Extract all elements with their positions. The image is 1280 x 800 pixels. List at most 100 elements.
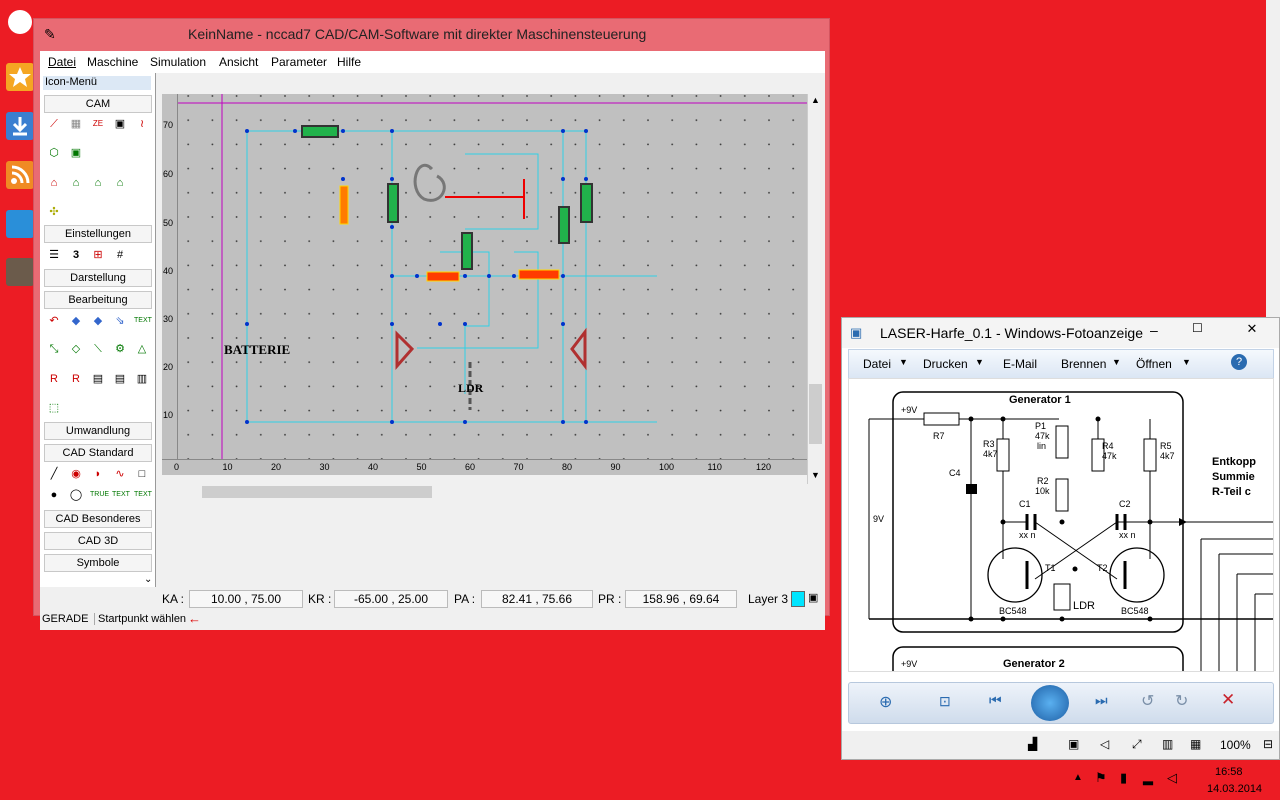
volume-icon[interactable]: ◁ — [1100, 737, 1109, 751]
notepad-icon[interactable] — [6, 258, 34, 286]
vertical-scrollbar[interactable]: ▲ ▼ — [807, 94, 824, 484]
triangle-icon[interactable]: △ — [134, 341, 150, 357]
speaker-icon[interactable]: ◁ — [1167, 770, 1177, 786]
menu-parameter[interactable]: Parameter — [271, 55, 327, 69]
toolbar-datei[interactable]: Datei — [863, 357, 891, 371]
help-icon[interactable]: ? — [1231, 354, 1247, 370]
house-green3-icon[interactable]: ⌂ — [112, 175, 128, 191]
dropdown-arrow-icon[interactable]: ▼ — [899, 357, 908, 367]
toolbar-oeffnen[interactable]: Öffnen — [1136, 357, 1172, 371]
section-cam[interactable]: CAM — [44, 95, 152, 113]
line-icon[interactable]: ╱ — [46, 466, 62, 482]
menu-hilfe[interactable]: Hilfe — [337, 55, 361, 69]
horizontal-scrollbar[interactable] — [162, 484, 807, 500]
value-3[interactable]: 3 — [68, 247, 84, 263]
frame-icon[interactable]: ▥ — [134, 371, 150, 387]
line-tool-icon[interactable]: ⟋ — [46, 116, 62, 132]
section-darstellung[interactable]: Darstellung — [44, 269, 152, 287]
ze-icon[interactable]: ZE — [90, 116, 106, 132]
machine-icon[interactable]: ▣ — [112, 116, 128, 132]
zoom-slider-icon[interactable]: ⊟ — [1263, 737, 1273, 751]
clock-time[interactable]: 16:58 — [1215, 766, 1243, 778]
dropdown-arrow-icon[interactable]: ▼ — [1182, 357, 1191, 367]
menu-datei[interactable]: Datei — [48, 55, 76, 69]
download-icon[interactable] — [6, 112, 34, 140]
dropdown-arrow-icon[interactable]: ▼ — [1112, 357, 1121, 367]
battery-icon[interactable]: ▮ — [1120, 770, 1127, 786]
dropdown-arrow-icon[interactable]: ▼ — [975, 357, 984, 367]
house-green-icon[interactable]: ⌂ — [68, 175, 84, 191]
house-green2-icon[interactable]: ⌂ — [90, 175, 106, 191]
array2-icon[interactable]: R — [68, 371, 84, 387]
previous-icon[interactable]: ⏮ — [989, 692, 1002, 709]
rss-icon[interactable] — [6, 161, 34, 189]
eraser-icon[interactable]: ◆ — [68, 313, 84, 329]
scroll-down-icon[interactable]: ▼ — [811, 470, 820, 480]
close-icon[interactable]: ✕ — [1232, 321, 1272, 341]
screen-icon[interactable]: ▣ — [1068, 737, 1079, 751]
text-edit-icon[interactable]: TEXT — [134, 313, 152, 329]
gear-icon[interactable]: ⚙ — [112, 341, 128, 357]
toolbar-brennen[interactable]: Brennen — [1061, 357, 1106, 371]
slideshow-button[interactable] — [1031, 685, 1069, 721]
house-red-icon[interactable]: ⌂ — [46, 175, 62, 191]
hscroll-thumb[interactable] — [202, 486, 432, 498]
polygon-icon[interactable]: ⬡ — [46, 145, 62, 161]
grid-view-icon[interactable]: ▦ — [1190, 737, 1201, 751]
ellipse-icon[interactable]: ◯ — [68, 487, 84, 503]
favorite-star-icon[interactable] — [6, 63, 34, 91]
zoom-box-icon[interactable]: ⬚ — [46, 400, 62, 416]
grid-settings-icon[interactable]: # — [112, 247, 128, 263]
drawing-canvas[interactable]: BATTERIE LDR 70 60 50 40 30 20 10 0 0 10 2… — [162, 94, 807, 475]
next-icon[interactable]: ⏭ — [1095, 692, 1108, 709]
section-cad-3d[interactable]: CAD 3D — [44, 532, 152, 550]
layer-color-swatch[interactable] — [791, 591, 805, 607]
section-umwandlung[interactable]: Umwandlung — [44, 422, 152, 440]
move-icon[interactable]: ⇘ — [112, 313, 128, 329]
fullscreen-icon[interactable]: ⤢ — [1132, 737, 1142, 752]
app-icon[interactable]: ✎ — [44, 26, 56, 43]
trim-icon[interactable]: ⟍ — [90, 341, 106, 357]
vscroll-thumb[interactable] — [809, 384, 822, 444]
lock-icon[interactable]: ▣ — [808, 591, 818, 604]
toolbar-drucken[interactable]: Drucken — [923, 357, 968, 371]
scale-icon[interactable]: ⤡ — [46, 341, 62, 357]
split-icon[interactable]: ▥ — [1162, 737, 1173, 751]
drill-icon[interactable]: ✣ — [46, 204, 62, 220]
clock-date[interactable]: 14.03.2014 — [1207, 783, 1262, 795]
eraser2-icon[interactable]: ◆ — [90, 313, 106, 329]
undo-icon[interactable]: ↶ — [46, 313, 62, 329]
section-einstellungen[interactable]: Einstellungen — [44, 225, 152, 243]
rotate-left-icon[interactable]: ↺ — [1141, 691, 1154, 711]
maximize-icon[interactable]: ☐ — [1192, 321, 1203, 335]
text3-icon[interactable]: TEXT — [134, 487, 152, 503]
rectangle-icon[interactable]: □ — [134, 466, 150, 482]
tray-expand-icon[interactable]: ▲ — [1073, 772, 1083, 783]
flag-icon[interactable]: ⚑ — [1095, 770, 1107, 786]
rotate-right-icon[interactable]: ↻ — [1175, 691, 1188, 711]
zoom-icon[interactable]: ⊕ — [879, 692, 892, 712]
menu-maschine[interactable]: Maschine — [87, 55, 138, 69]
section-cad-standard[interactable]: CAD Standard — [44, 444, 152, 462]
signal-icon[interactable]: ▂ — [1143, 770, 1153, 786]
minimize-icon[interactable]: – — [1150, 322, 1158, 338]
pattern-icon[interactable]: ▤ — [90, 371, 106, 387]
app-icon-1[interactable] — [8, 10, 32, 34]
circle-icon[interactable]: ◉ — [68, 466, 84, 482]
delete-icon[interactable]: ✕ — [1221, 690, 1235, 710]
text2-icon[interactable]: TEXT — [112, 487, 130, 503]
scroll-up-icon[interactable]: ▲ — [811, 95, 820, 105]
truetype-icon[interactable]: TRUE — [90, 487, 109, 503]
arc-icon[interactable]: ◗ — [90, 466, 106, 482]
section-symbole[interactable]: Symbole — [44, 554, 152, 572]
chart-icon[interactable]: ▟ — [1028, 737, 1037, 751]
menu-ansicht[interactable]: Ansicht — [219, 55, 258, 69]
toolbar-email[interactable]: E-Mail — [1003, 357, 1037, 371]
app-icon-2[interactable] — [6, 210, 34, 238]
fit-window-icon[interactable]: ⊡ — [939, 693, 951, 710]
photo-app-icon[interactable]: ▣ — [850, 325, 862, 341]
grid-icon[interactable]: ▦ — [68, 116, 84, 132]
menu-simulation[interactable]: Simulation — [150, 55, 206, 69]
snap-icon[interactable]: ⊞ — [90, 247, 106, 263]
polyline-icon[interactable]: ∿ — [112, 466, 128, 482]
